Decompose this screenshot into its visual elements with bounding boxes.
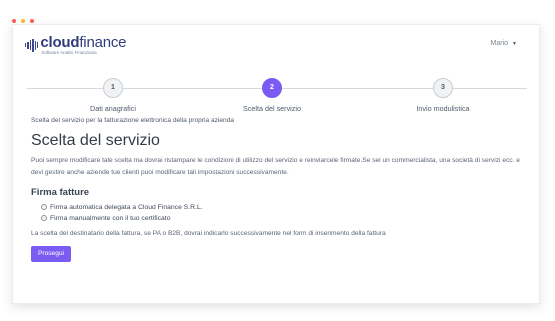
signature-options: Firma automatica delegata a Cloud Financ…	[31, 204, 531, 222]
app-window: cloudfinance Software Analisi Finanziari…	[12, 24, 540, 304]
user-menu[interactable]: Mario ▼	[491, 40, 517, 47]
minimize-window-dot[interactable]	[21, 19, 25, 23]
radio-button[interactable]	[41, 204, 47, 211]
step-number: 3	[433, 78, 453, 98]
step-number: 1	[103, 78, 123, 98]
step-label: Invio modulistica	[416, 104, 470, 113]
signal-bars-icon	[25, 38, 39, 52]
window-controls	[12, 19, 34, 23]
intro-text: Scelta del servizio per la fatturazione …	[31, 117, 235, 124]
brand-title: cloudfinance	[40, 35, 126, 50]
brand-wordmark: cloudfinance Software Analisi Finanziari…	[40, 35, 126, 56]
continue-button[interactable]: Prosegui	[31, 245, 72, 262]
step-label: Scelta del servizio	[243, 104, 301, 113]
step-number: 2	[262, 78, 282, 98]
radio-button[interactable]	[41, 215, 47, 222]
option-label: Firma automatica delegata a Cloud Financ…	[50, 203, 203, 211]
option-firma-manuale[interactable]: Firma manualmente con il tuo certificato	[41, 215, 531, 222]
recipient-note: La scelta del destinatario della fattura…	[31, 229, 386, 237]
option-label: Firma manualmente con il tuo certificato	[50, 214, 171, 222]
page-title: Scelta del servizio	[31, 132, 160, 149]
step-scelta-servizio[interactable]: 2 Scelta del servizio	[212, 78, 332, 113]
section-title-firma: Firma fatture	[31, 186, 90, 198]
step-dati-anagrafici[interactable]: 1 Dati anagrafici	[53, 78, 173, 113]
chevron-down-icon: ▼	[512, 40, 517, 47]
main-content: Scelta del servizio per la fatturazione …	[31, 117, 531, 262]
brand-title-bold: cloud	[40, 34, 80, 51]
progress-stepper: 1 Dati anagrafici 2 Scelta del servizio …	[27, 75, 527, 115]
brand-tagline: Software Analisi Finanziaria	[41, 50, 97, 55]
maximize-window-dot[interactable]	[30, 19, 34, 23]
step-label: Dati anagrafici	[90, 104, 136, 113]
brand-title-light: finance	[79, 34, 127, 51]
user-name: Mario	[490, 40, 509, 47]
option-firma-automatica[interactable]: Firma automatica delegata a Cloud Financ…	[41, 204, 531, 211]
close-window-dot[interactable]	[12, 19, 16, 23]
brand-logo[interactable]: cloudfinance Software Analisi Finanziari…	[25, 35, 127, 56]
service-description: Puoi sempre modificare tale scelta ma do…	[31, 156, 520, 176]
step-invio-modulistica[interactable]: 3 Invio modulistica	[383, 78, 503, 113]
